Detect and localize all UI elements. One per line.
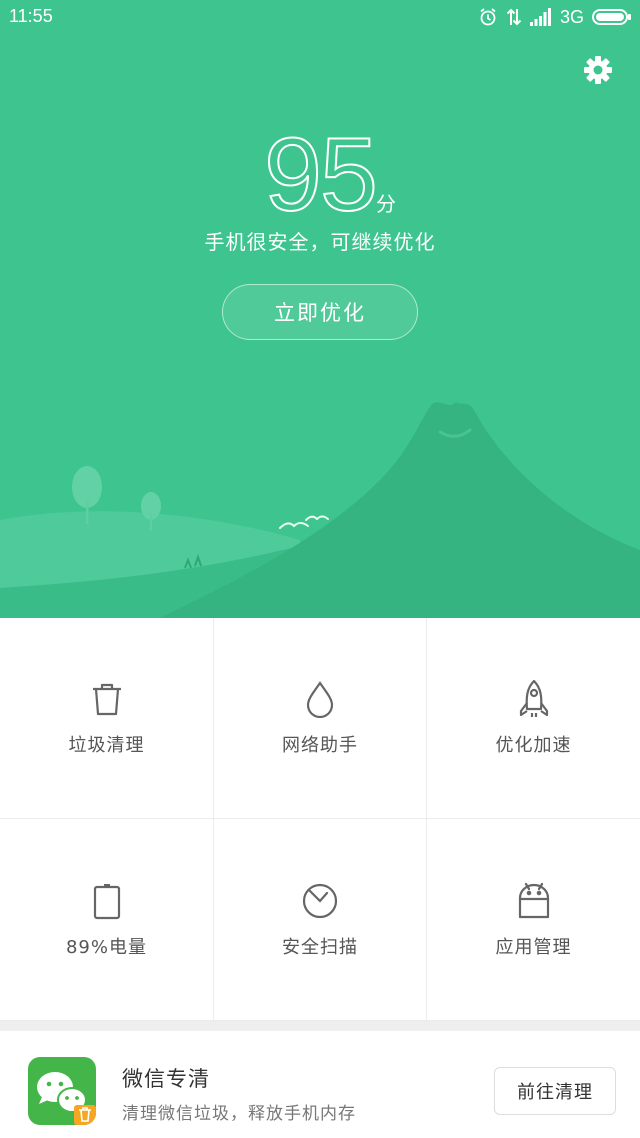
scan-icon: [300, 881, 340, 921]
status-header: 11:55 3G 95 分 手机很安全，可继续优化 立即优化: [0, 0, 640, 618]
go-clean-button[interactable]: 前往清理: [494, 1067, 616, 1115]
wechat-clean-icon: [28, 1057, 96, 1125]
tool-label: 安全扫描: [282, 936, 358, 958]
data-arrows-icon: [506, 7, 522, 27]
status-bar: 11:55 3G: [0, 0, 640, 34]
rocket-icon: [514, 679, 554, 719]
tool-speed-boost[interactable]: 优化加速: [427, 618, 640, 819]
security-score: 95: [263, 117, 379, 233]
score-display: 95: [0, 117, 640, 233]
landscape-illustration: [0, 402, 640, 618]
tool-security-scan[interactable]: 安全扫描: [214, 819, 427, 1021]
alarm-icon: [478, 7, 498, 27]
tool-network-assistant[interactable]: 网络助手: [214, 618, 427, 819]
tool-battery[interactable]: 89%电量: [0, 819, 214, 1021]
tool-label: 垃圾清理: [68, 735, 145, 756]
gear-icon[interactable]: [582, 54, 614, 86]
birds-illustration: [279, 515, 329, 529]
score-unit: 分: [376, 192, 396, 216]
android-icon: [514, 881, 554, 921]
battery-icon: [592, 8, 632, 26]
tool-label: 网络助手: [282, 735, 358, 756]
tool-grid: 垃圾清理 网络助手 优化加速 89%电量 安全扫描 应用管理: [0, 618, 640, 1021]
water-drop-icon: [300, 679, 340, 719]
score-description: 手机很安全，可继续优化: [204, 230, 436, 254]
network-type: 3G: [559, 6, 584, 27]
tool-app-manager[interactable]: 应用管理: [427, 819, 640, 1021]
tool-label: 应用管理: [495, 936, 572, 958]
trash-icon: [87, 679, 127, 719]
status-icons: 3G: [478, 6, 632, 28]
wechat-clean-card[interactable]: 微信专清 清理微信垃圾，释放手机内存 前往清理: [0, 1031, 640, 1138]
card-title: 微信专清: [122, 1067, 210, 1091]
tool-label: 优化加速: [495, 735, 572, 756]
tool-junk-clean[interactable]: 垃圾清理: [0, 618, 214, 819]
tool-label: 89%电量: [65, 936, 147, 958]
card-subtitle: 清理微信垃圾，释放手机内存: [122, 1104, 356, 1124]
section-divider: [0, 1021, 640, 1031]
status-time: 11:55: [9, 6, 53, 26]
battery-icon: [87, 881, 127, 921]
optimize-now-button[interactable]: 立即优化: [222, 284, 418, 340]
signal-icon: [529, 8, 552, 26]
